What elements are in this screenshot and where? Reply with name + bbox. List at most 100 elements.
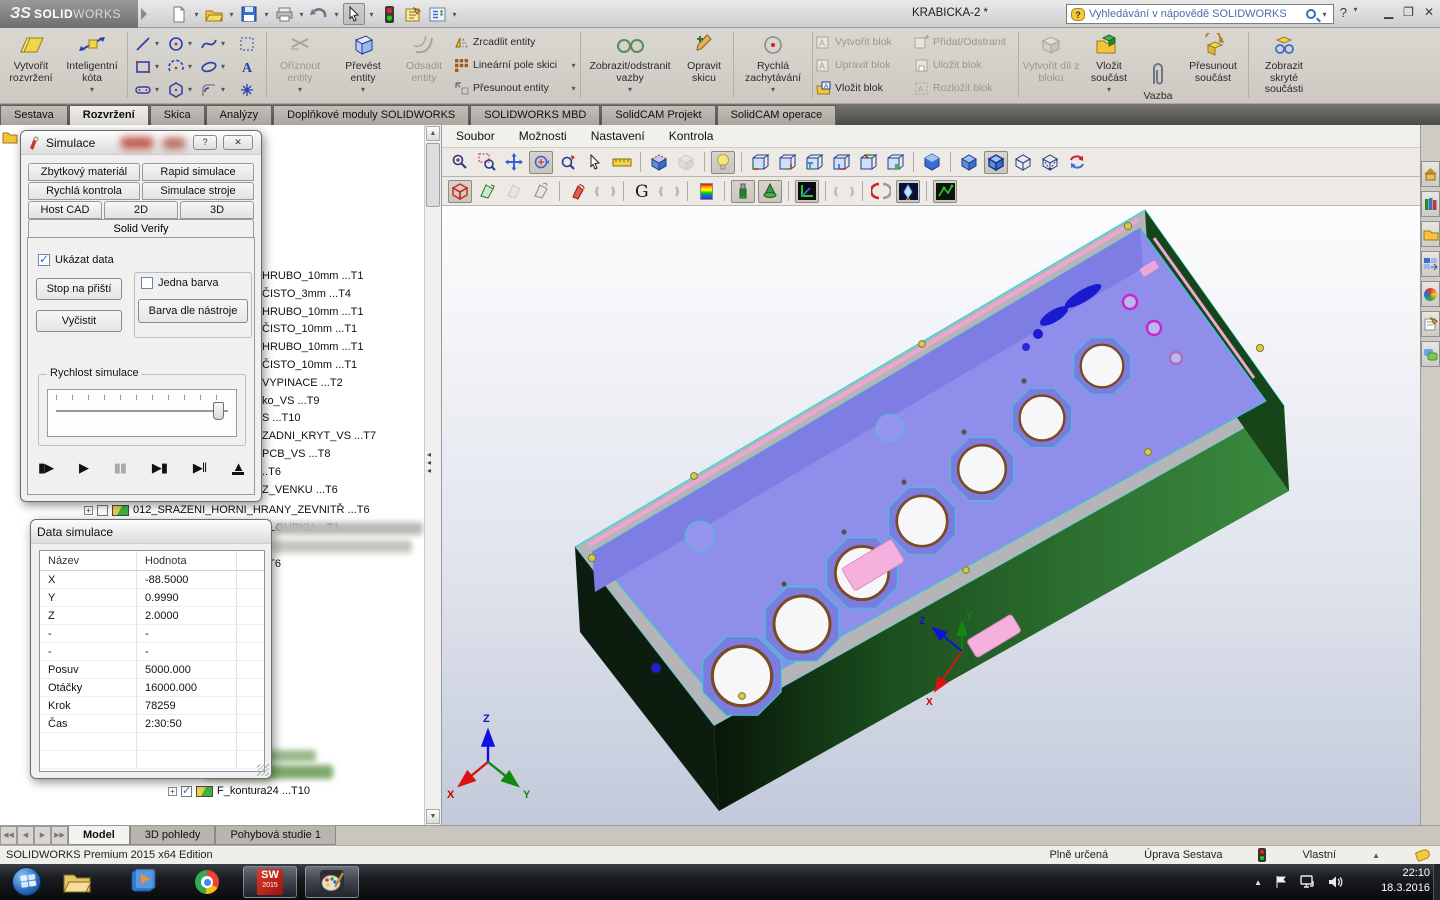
tab-scroll-prev-icon[interactable]: ◀: [17, 826, 34, 845]
smart-dimension-button[interactable]: Inteligentní kóta ▾: [60, 30, 124, 102]
create-layout-button[interactable]: Vytvořit rozvržení: [4, 30, 58, 102]
tree-expand-icon[interactable]: +: [84, 506, 93, 515]
start-button[interactable]: [12, 867, 41, 896]
jedna-barva-checkbox[interactable]: Jedna barva: [141, 277, 219, 289]
tab-solid-verify-active[interactable]: Solid Verify: [28, 219, 254, 238]
tree-item-label[interactable]: HRUBO_10mm ...T1: [262, 270, 363, 282]
search-icon[interactable]: [1306, 9, 1316, 19]
menu-item[interactable]: Soubor: [456, 129, 495, 143]
print-caret-icon[interactable]: ▾: [297, 10, 306, 19]
zoom-in-out-icon[interactable]: [448, 151, 472, 174]
mate-button[interactable]: Vazba: [1138, 30, 1178, 102]
display-relations-button[interactable]: Zobrazit/odstranit vazby▾: [584, 30, 676, 102]
turbo-mode-icon[interactable]: [896, 180, 920, 203]
tree-item-row[interactable]: + HRUBO_10mm ...T1: [262, 268, 363, 284]
tab-host-cad[interactable]: Host CAD: [28, 201, 102, 219]
tree-item-row[interactable]: + ČISTO_10mm ...T1: [262, 321, 357, 337]
linear-sketch-pattern-button[interactable]: Lineární pole skici▾: [454, 55, 578, 75]
traffic-light-icon[interactable]: [378, 3, 400, 25]
fillet-tool[interactable]: ▾: [197, 78, 230, 101]
solidworks-taskbar-icon[interactable]: SW2015: [243, 866, 297, 898]
save-caret-icon[interactable]: ▾: [262, 10, 271, 19]
display-style-shaded-edges-icon[interactable]: [984, 151, 1008, 174]
tree-item-label[interactable]: Z_VENKU ...T6: [262, 484, 338, 496]
tray-expand-icon[interactable]: ▲: [1254, 878, 1262, 887]
pause-button[interactable]: ▮▮: [114, 460, 126, 476]
menu-item[interactable]: Možnosti: [519, 129, 567, 143]
tree-item-row[interactable]: + HRUBO_10mm ...T1: [262, 339, 363, 355]
tree-item-row[interactable]: + ČISTO_3mm ...T4: [262, 286, 351, 302]
play-to-end-button[interactable]: ▶▮: [152, 460, 167, 476]
convert-entities-button[interactable]: Převést entity▾: [332, 30, 394, 102]
help-caret-icon[interactable]: ▾: [1351, 5, 1360, 20]
home-icon[interactable]: [1421, 161, 1440, 187]
minimize-button[interactable]: ▁: [1384, 5, 1393, 19]
data-simulace-titlebar[interactable]: Data simulace: [31, 520, 271, 544]
tree-item-label[interactable]: ČISTO_10mm ...T1: [262, 323, 357, 335]
search-input[interactable]: Vyhledávání v nápovědě SOLIDWORKS: [1089, 8, 1302, 20]
make-block-button[interactable]: AVytvořit blok: [816, 32, 912, 52]
tree-item-label[interactable]: ČISTO_10mm ...T1: [262, 359, 357, 371]
3d-model-canvas[interactable]: X Y Z Z X Y: [442, 206, 1421, 825]
configuration-name[interactable]: Vlastní: [1302, 849, 1336, 861]
move-component-button[interactable]: Přesunout součást: [1180, 30, 1246, 102]
measure-icon[interactable]: [610, 151, 634, 174]
appearances-sphere-icon[interactable]: [1421, 281, 1440, 307]
sim-turbo-prev-icon[interactable]: [869, 180, 893, 203]
command-tab[interactable]: Analýzy: [206, 105, 273, 125]
scroll-down-icon[interactable]: ▼: [426, 809, 440, 824]
scrollbar-thumb[interactable]: [426, 143, 440, 207]
display-style-wireframe-icon[interactable]: [1038, 151, 1062, 174]
tab-2d[interactable]: 2D: [104, 201, 178, 219]
display-style-shaded-icon[interactable]: [957, 151, 981, 174]
tree-item-row[interactable]: + VYPINACE ...T2: [262, 375, 343, 391]
help-search-box[interactable]: ? Vyhledávání v nápovědě SOLIDWORKS ▾: [1066, 4, 1334, 24]
command-tab[interactable]: SOLIDWORKS MBD: [470, 105, 600, 125]
command-tab[interactable]: SolidCAM operace: [717, 105, 837, 125]
tab-scroll-next-icon[interactable]: ▶: [34, 826, 51, 845]
section-view-icon[interactable]: [647, 151, 671, 174]
offset-entities-button[interactable]: Odsadit entity: [396, 30, 452, 102]
tree-item-row[interactable]: + S ...T10: [262, 410, 301, 426]
deviation-gauge-icon[interactable]: [694, 180, 718, 203]
sim-fixture-icon[interactable]: [529, 180, 553, 203]
smart-dimension-caret-icon[interactable]: ▾: [88, 84, 97, 96]
menu-item[interactable]: Nastavení: [591, 129, 645, 143]
tab-rapid-simulace[interactable]: Rapid simulace: [142, 163, 254, 181]
sim-compare-disabled-icon[interactable]: [657, 180, 681, 203]
refresh-view-icon[interactable]: [1065, 151, 1089, 174]
select-cursor-icon[interactable]: [583, 151, 607, 174]
forum-icon[interactable]: [1421, 341, 1440, 367]
simulace-dialog-titlebar[interactable]: Simulace ? ✕: [21, 131, 261, 155]
design-library-icon[interactable]: [1421, 191, 1440, 217]
stop-na-pristi-button[interactable]: Stop na přiští: [36, 278, 122, 300]
barva-dle-nastroje-button[interactable]: Barva dle nást­roje: [138, 299, 248, 323]
network-icon[interactable]: [1300, 875, 1316, 889]
tree-item-row[interactable]: + Z_VENKU ...T6: [262, 482, 338, 498]
zoom-to-selection-icon[interactable]: [556, 151, 580, 174]
restore-button[interactable]: ❐: [1403, 5, 1414, 19]
chrome-taskbar-icon[interactable]: [192, 868, 222, 896]
explode-block-button[interactable]: ARozložit blok: [914, 78, 1016, 98]
tree-item-row[interactable]: + HRUBO_10mm ...T1: [262, 304, 363, 320]
tree-expand-icon[interactable]: +: [168, 787, 177, 796]
tab-zbytkovy-material[interactable]: Zbytkový materiál: [28, 163, 140, 181]
sim-stock-icon[interactable]: [448, 180, 472, 203]
config-expand-icon[interactable]: ▲: [1372, 851, 1380, 860]
taskbar-clock[interactable]: 22:10 18.3.2016: [1350, 866, 1430, 896]
properties-button[interactable]: [402, 3, 424, 25]
tab-simulace-stroje[interactable]: Simulace stroje: [142, 182, 254, 200]
line-tool[interactable]: ▾: [131, 32, 164, 55]
tree-item-label[interactable]: VYPINACE ...T2: [262, 377, 343, 389]
tree-item-label[interactable]: HRUBO_10mm ...T1: [262, 306, 363, 318]
command-tab[interactable]: Rozvržení: [69, 105, 149, 125]
polygon-tool[interactable]: ▾: [164, 78, 197, 101]
file-explorer-taskbar-icon[interactable]: [62, 868, 92, 896]
mirror-entities-button[interactable]: Zrcadlit entity: [454, 32, 578, 52]
search-caret-icon[interactable]: ▾: [1320, 10, 1329, 19]
tree-item-label[interactable]: 012_SRAZENI_HORNI_HRANY_ZEVNITŘ ...T6: [133, 504, 370, 516]
show-data-checkbox[interactable]: Ukázat data: [38, 254, 114, 266]
text-tool[interactable]: A: [230, 55, 263, 78]
paint-taskbar-icon[interactable]: [305, 866, 359, 898]
zoom-area-icon[interactable]: [475, 151, 499, 174]
